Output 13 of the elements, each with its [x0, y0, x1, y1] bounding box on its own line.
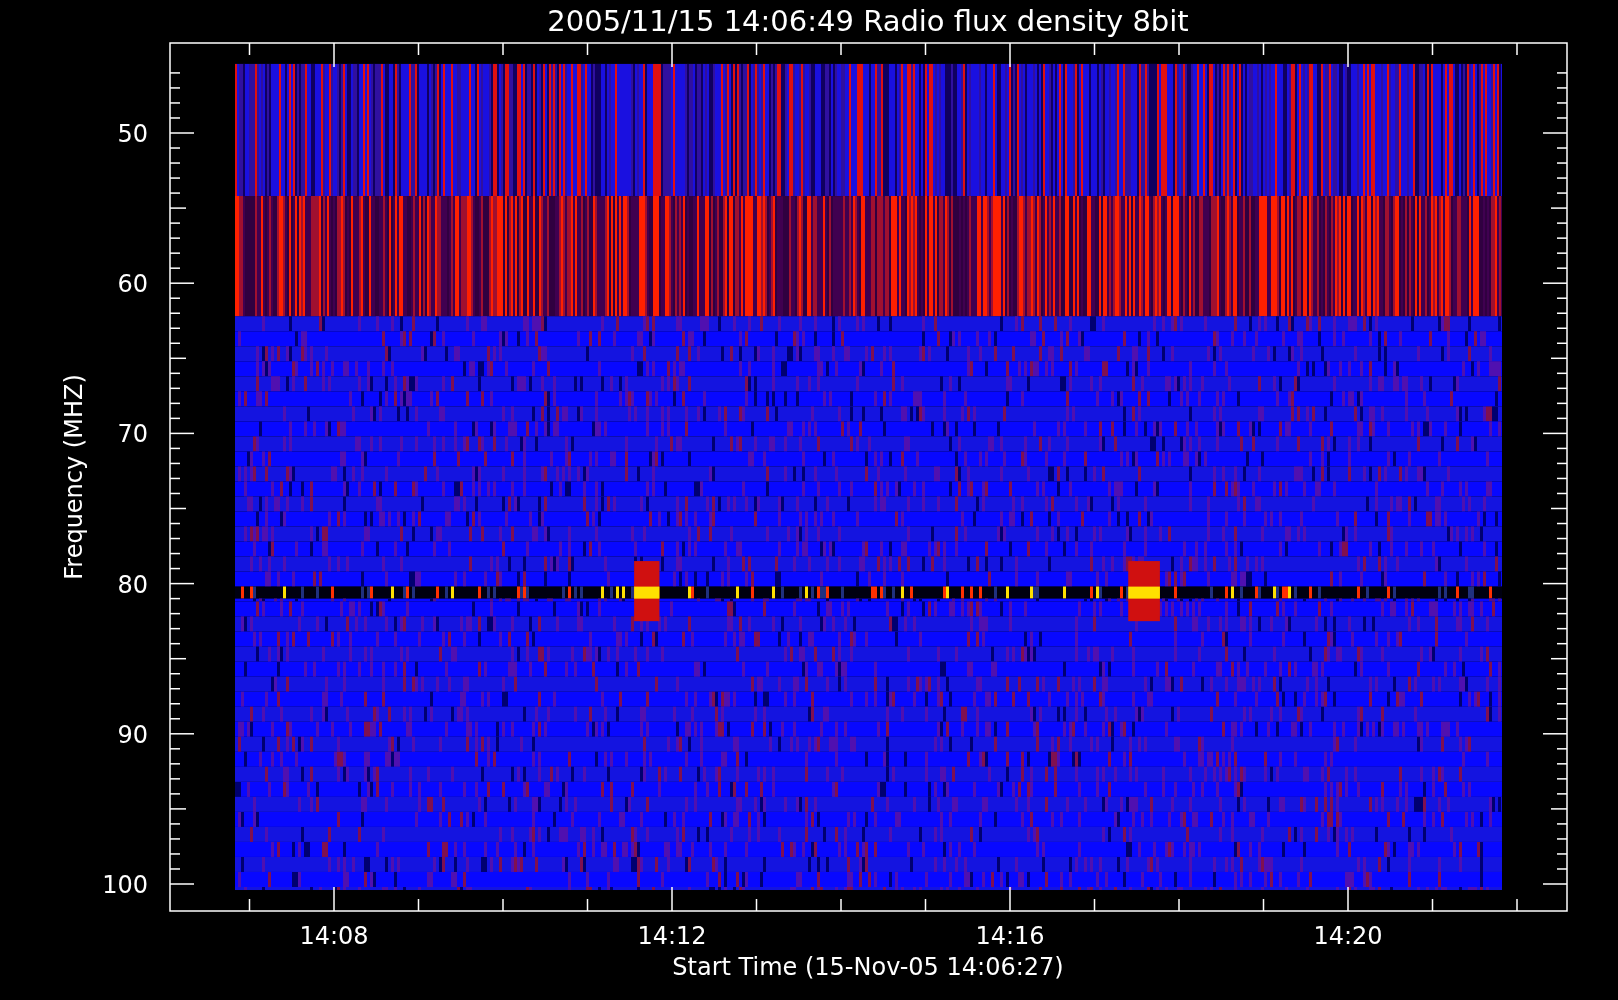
plot-title: 2005/11/15 14:06:49 Radio flux density 8bit [547, 4, 1189, 38]
axis-tick-label: 100 [102, 871, 148, 899]
axis-tick-label: 90 [117, 720, 148, 749]
axis-tick-label: 60 [117, 270, 148, 299]
axis-tick-label: 14:16 [975, 922, 1045, 950]
axis-tick-label: 14:20 [1313, 922, 1383, 950]
axis-tick-label: 50 [117, 120, 148, 148]
y-axis-title: Frequency (MHZ) [60, 374, 88, 580]
axis-tick-label: 14:08 [299, 922, 369, 950]
axis-tick-label: 14:12 [637, 922, 707, 950]
x-axis-title: Start Time (15-Nov-05 14:06:27) [672, 953, 1064, 981]
axis-tick-label: 70 [117, 420, 148, 449]
axis-tick-label: 80 [117, 570, 148, 599]
